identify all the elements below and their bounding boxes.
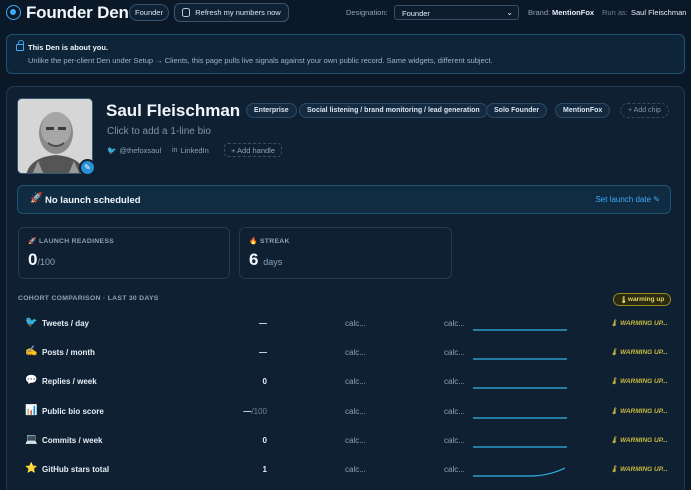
brand-label: Brand: <box>528 8 551 17</box>
profile-name: Saul Fleischman <box>106 101 241 120</box>
refresh-numbers-button[interactable]: Refresh my numbers now <box>174 3 289 22</box>
metric-label: Commits / week <box>42 436 103 445</box>
cohort-median: calc... <box>345 465 366 474</box>
edit-avatar-button[interactable]: ✎ <box>79 159 96 176</box>
launch-banner: 🚀 No launch scheduled Set launch date ✎ <box>17 185 671 214</box>
metric-value: 0 <box>262 436 267 445</box>
cohort-title: COHORT COMPARISON · LAST 30 DAYS <box>18 295 159 302</box>
runas-value: Saul Fleischman <box>631 8 687 17</box>
sparkline <box>473 358 567 360</box>
designation-label: Designation: <box>346 8 388 17</box>
sparkline <box>473 467 566 477</box>
lock-icon <box>16 40 24 51</box>
cohort-top: calc... <box>444 319 465 328</box>
readiness-label: 🚀 LAUNCH READINESS <box>28 238 114 245</box>
laptop-icon: 💻 <box>25 434 38 445</box>
chip-solo-founder[interactable]: Solo Founder <box>486 103 548 118</box>
sparkline <box>473 446 567 448</box>
metric-label: Replies / week <box>42 377 97 386</box>
cohort-row: 🐦 Tweets / day — calc... calc... 🌡 WARMING UP… <box>17 313 677 335</box>
metric-label: Posts / month <box>42 348 95 357</box>
warming-status: 🌡 WARMING UP... <box>610 408 668 415</box>
metric-label: GitHub stars total <box>42 465 110 474</box>
cohort-median: calc... <box>345 407 366 416</box>
pencil-icon: ✎ <box>84 163 91 172</box>
app-title: Founder Den <box>26 3 129 22</box>
streak-card: 🔥 STREAK 6 days <box>239 227 452 279</box>
add-handle-button[interactable]: + Add handle <box>224 143 283 157</box>
cohort-top: calc... <box>444 377 465 386</box>
bio-placeholder[interactable]: Click to add a 1-line bio <box>107 126 211 137</box>
twitter-icon: 🐦 <box>107 146 117 155</box>
chip-category[interactable]: Social listening / brand monitoring / le… <box>299 103 488 118</box>
warming-status: 🌡 WARMING UP... <box>610 437 668 444</box>
warming-status: 🌡 WARMING UP... <box>610 466 668 473</box>
reply-icon: 💬 <box>25 375 38 386</box>
cohort-median: calc... <box>345 436 366 445</box>
linkedin-text: LinkedIn <box>180 146 209 155</box>
warming-status: 🌡 WARMING UP... <box>610 349 668 356</box>
warming-up-badge: 🌡 warming up <box>613 293 671 306</box>
launch-status: No launch scheduled <box>45 195 141 206</box>
runas-label: Run as: <box>602 8 628 17</box>
metric-value: — <box>259 348 267 357</box>
metric-label: Public bio score <box>42 407 104 416</box>
app-logo-icon <box>6 5 21 20</box>
cohort-median: calc... <box>345 348 366 357</box>
writing-icon: ✍️ <box>25 346 38 357</box>
twitter-handle[interactable]: 🐦 @thefoxsaul <box>107 146 161 155</box>
add-chip-button[interactable]: + Add chip <box>620 103 669 118</box>
score-icon: 📊 <box>25 405 38 416</box>
star-icon: ⭐ <box>25 463 38 474</box>
tweet-icon: 🐦 <box>25 317 38 328</box>
warming-status: 🌡 WARMING UP... <box>610 378 668 385</box>
metric-value: — <box>259 319 267 328</box>
rocket-icon: 🚀 <box>30 193 43 204</box>
designation-value: Founder <box>402 9 430 18</box>
metric-value: —/100 <box>243 407 267 416</box>
linkedin-handle[interactable]: in LinkedIn <box>172 146 209 155</box>
launch-readiness-card: 🚀 LAUNCH READINESS 0/100 <box>18 227 230 279</box>
founder-pill: Founder <box>129 4 169 21</box>
warming-status: 🌡 WARMING UP... <box>610 320 668 327</box>
cohort-row: 💬 Replies / week 0 calc... calc... 🌡 WARMING … <box>17 371 677 393</box>
cohort-median: calc... <box>345 377 366 386</box>
metric-value: 1 <box>262 465 267 474</box>
pencil-icon: ✎ <box>653 195 660 204</box>
chip-enterprise[interactable]: Enterprise <box>246 103 297 118</box>
readiness-value: 0/100 <box>28 250 55 269</box>
sparkline <box>473 387 567 389</box>
metric-label: Tweets / day <box>42 319 89 328</box>
cohort-top: calc... <box>444 407 465 416</box>
designation-select[interactable]: Founder ⌄ <box>394 5 519 20</box>
cohort-top: calc... <box>444 465 465 474</box>
cohort-row: ⭐ GitHub stars total 1 calc... calc... 🌡 WARM… <box>17 459 677 481</box>
cohort-median: calc... <box>345 319 366 328</box>
refresh-label: Refresh my numbers now <box>195 8 281 17</box>
database-icon <box>182 8 191 17</box>
den-notice: This Den is about you. Unlike the per-cl… <box>6 34 685 74</box>
top-bar: Founder Den Founder Refresh my numbers n… <box>0 0 691 26</box>
streak-label: 🔥 STREAK <box>249 238 290 245</box>
notice-title: This Den is about you. <box>28 43 109 52</box>
linkedin-icon: in <box>172 147 178 154</box>
chevron-down-icon: ⌄ <box>506 8 513 17</box>
metric-value: 0 <box>262 377 267 386</box>
cohort-row: ✍️ Posts / month — calc... calc... 🌡 WARMING … <box>17 342 677 364</box>
set-launch-date-link[interactable]: Set launch date ✎ <box>595 195 660 204</box>
cohort-top: calc... <box>444 436 465 445</box>
cohort-top: calc... <box>444 348 465 357</box>
notice-body: Unlike the per-client Den under Setup → … <box>28 56 493 65</box>
cohort-row: 💻 Commits / week 0 calc... calc... 🌡 WARMING … <box>17 430 677 452</box>
chip-mentionfox[interactable]: MentionFox <box>555 103 611 118</box>
brand-value: MentionFox <box>552 8 595 17</box>
cohort-row: 📊 Public bio score —/100 calc... calc... 🌡 WA… <box>17 401 677 423</box>
twitter-handle-text: @thefoxsaul <box>119 146 162 155</box>
sparkline <box>473 417 567 419</box>
streak-value: 6 days <box>249 250 283 269</box>
sparkline <box>473 329 567 331</box>
